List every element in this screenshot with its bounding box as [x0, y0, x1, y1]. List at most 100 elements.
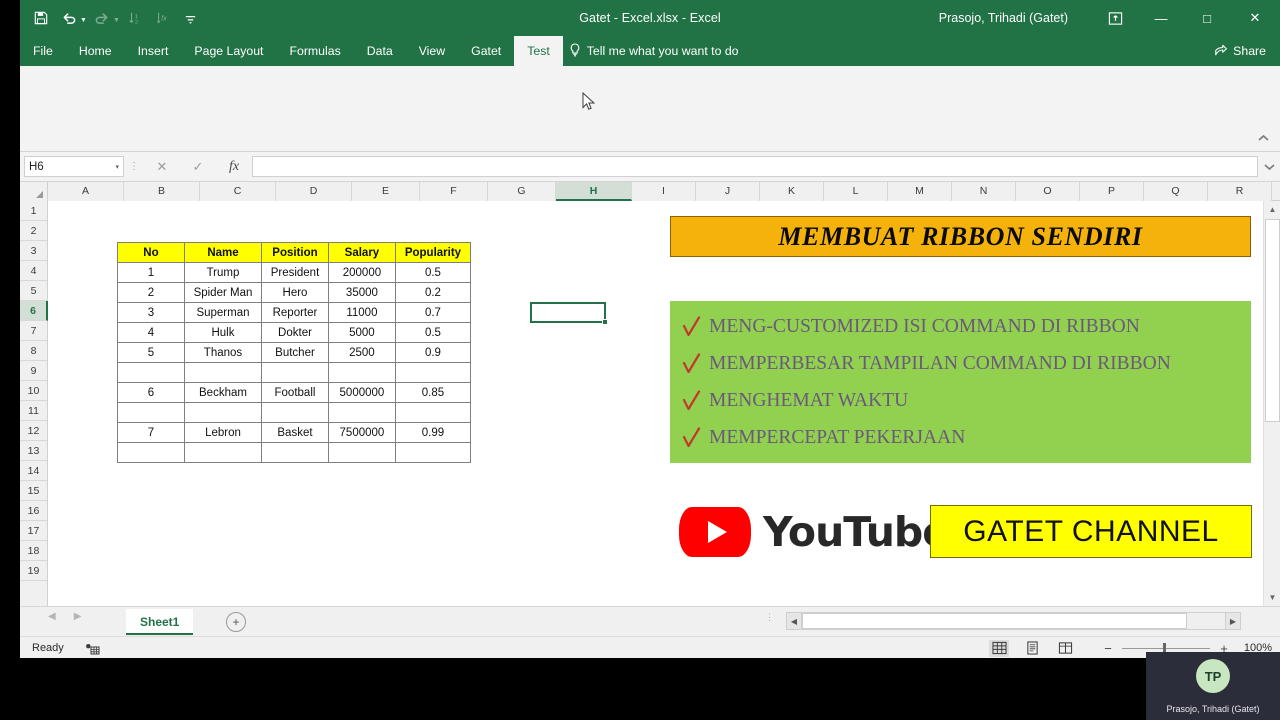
tab-insert[interactable]: Insert	[125, 36, 182, 66]
table-cell	[183, 442, 263, 463]
column-header-D[interactable]: D	[276, 182, 352, 201]
vertical-scroll-thumb[interactable]	[1265, 219, 1280, 422]
zoom-slider[interactable]	[1122, 642, 1210, 654]
play-triangle-icon	[708, 521, 727, 543]
column-header-P[interactable]: P	[1080, 182, 1144, 201]
screen-letterbox-left	[0, 0, 20, 720]
row-header-1[interactable]: 1	[20, 201, 47, 221]
row-header-4[interactable]: 4	[20, 261, 47, 281]
tell-me-label: Tell me what you want to do	[586, 44, 739, 58]
column-header-B[interactable]: B	[124, 182, 200, 201]
row-header-12[interactable]: 12	[20, 421, 47, 441]
scroll-down-icon[interactable]: ▼	[1264, 589, 1280, 606]
page-break-preview-button[interactable]	[1055, 640, 1075, 657]
tab-file[interactable]: File	[20, 36, 66, 66]
column-header-I[interactable]: I	[632, 182, 696, 201]
row-header-2[interactable]: 2	[20, 221, 47, 241]
fill-handle[interactable]	[602, 319, 608, 325]
horizontal-scroll-thumb[interactable]	[802, 613, 1187, 629]
record-macro-icon[interactable]	[85, 642, 100, 654]
confirm-entry-icon[interactable]: ✓	[180, 155, 216, 179]
title-banner-text: MEMBUAT RIBBON SENDIRI	[778, 221, 1143, 251]
next-sheet-icon[interactable]: ▶	[74, 611, 82, 622]
column-header-R[interactable]: R	[1208, 182, 1272, 201]
row-header-15[interactable]: 15	[20, 481, 47, 501]
tab-gatet[interactable]: Gatet	[458, 36, 514, 66]
maximize-button[interactable]: □	[1184, 0, 1230, 36]
table-cell	[183, 362, 263, 383]
share-button[interactable]: Share	[1206, 36, 1274, 66]
table-header-cell: No	[117, 242, 185, 263]
column-header-M[interactable]: M	[888, 182, 952, 201]
normal-view-button[interactable]	[989, 639, 1009, 657]
column-header-C[interactable]: C	[200, 182, 276, 201]
select-all-button[interactable]	[20, 182, 48, 201]
ribbon-display-options-icon[interactable]	[1092, 0, 1138, 36]
tell-me-box[interactable]: Tell me what you want to do	[563, 36, 749, 66]
table-row: 4 Hulk Dokter 5000 0.5	[117, 322, 472, 343]
insert-function-button[interactable]: fx	[216, 155, 252, 179]
youtube-play-icon	[679, 507, 751, 557]
row-header-14[interactable]: 14	[20, 461, 47, 481]
vertical-scrollbar[interactable]: ▲ ▼	[1263, 201, 1280, 606]
account-name[interactable]: Prasojo, Trihadi (Gatet)	[939, 0, 1068, 36]
row-header-6[interactable]: 6	[20, 301, 48, 321]
column-header-N[interactable]: N	[952, 182, 1016, 201]
formula-bar: H6 ▾ ⋮ ✕ ✓ fx	[20, 152, 1280, 182]
row-header-11[interactable]: 11	[20, 401, 47, 421]
row-header-13[interactable]: 13	[20, 441, 47, 461]
tab-data[interactable]: Data	[354, 36, 406, 66]
sheet-tab-sheet1[interactable]: Sheet1	[126, 609, 194, 635]
sheet-splitter-grip[interactable]: ⋮	[765, 613, 774, 622]
cancel-entry-icon[interactable]: ✕	[144, 155, 180, 179]
tab-formulas[interactable]: Formulas	[276, 36, 353, 66]
row-header-19[interactable]: 19	[20, 561, 47, 581]
tab-page-layout[interactable]: Page Layout	[181, 36, 276, 66]
table-cell: 0.7	[394, 302, 472, 323]
row-header-7[interactable]: 7	[20, 321, 47, 341]
column-header-L[interactable]: L	[824, 182, 888, 201]
column-header-K[interactable]: K	[760, 182, 824, 201]
column-header-O[interactable]: O	[1016, 182, 1080, 201]
tab-view[interactable]: View	[406, 36, 458, 66]
table-row: 6 Beckham Football 5000000 0.85	[117, 382, 472, 403]
cell-canvas[interactable]: No Name Position Salary Popularity 1 Trump Pre…	[49, 202, 1263, 606]
column-header-H[interactable]: H	[556, 182, 632, 201]
row-header-17[interactable]: 17	[20, 521, 47, 541]
status-text: Ready	[32, 641, 64, 654]
column-header-E[interactable]: E	[352, 182, 420, 201]
chevron-up-icon[interactable]	[1254, 129, 1272, 147]
page-layout-view-button[interactable]	[1022, 640, 1042, 657]
zoom-out-button[interactable]: −	[1103, 641, 1113, 656]
tab-test[interactable]: Test	[514, 36, 563, 66]
minimize-button[interactable]: —	[1138, 0, 1184, 36]
active-cell-selection[interactable]	[530, 302, 608, 325]
row-header-9[interactable]: 9	[20, 361, 47, 381]
row-header-18[interactable]: 18	[20, 541, 47, 561]
scroll-right-icon[interactable]: ▶	[1225, 613, 1240, 629]
expand-formula-bar-icon[interactable]	[1258, 152, 1280, 182]
scroll-left-icon[interactable]: ◀	[787, 613, 802, 629]
column-header-Q[interactable]: Q	[1144, 182, 1208, 201]
row-header-5[interactable]: 5	[20, 281, 47, 301]
formula-bar-grip[interactable]: ⋮	[124, 161, 144, 172]
chevron-down-icon[interactable]: ▾	[115, 163, 119, 171]
close-button[interactable]: ✕	[1230, 0, 1280, 36]
row-header-3[interactable]: 3	[20, 241, 47, 261]
column-header-F[interactable]: F	[420, 182, 488, 201]
column-header-G[interactable]: G	[488, 182, 556, 201]
table-cell: Thanos	[183, 342, 263, 363]
previous-sheet-icon[interactable]: ◀	[48, 611, 56, 622]
horizontal-scrollbar[interactable]: ◀ ▶	[786, 612, 1241, 630]
tab-home[interactable]: Home	[66, 36, 125, 66]
column-header-A[interactable]: A	[48, 182, 124, 201]
column-header-J[interactable]: J	[696, 182, 760, 201]
row-header-16[interactable]: 16	[20, 501, 47, 521]
name-box[interactable]: H6 ▾	[24, 156, 124, 177]
row-header-10[interactable]: 10	[20, 381, 47, 401]
table-cell	[327, 442, 396, 463]
formula-input[interactable]	[252, 156, 1258, 177]
add-sheet-icon[interactable]: +	[226, 612, 246, 632]
row-header-8[interactable]: 8	[20, 341, 47, 361]
scroll-up-icon[interactable]: ▲	[1264, 201, 1280, 218]
